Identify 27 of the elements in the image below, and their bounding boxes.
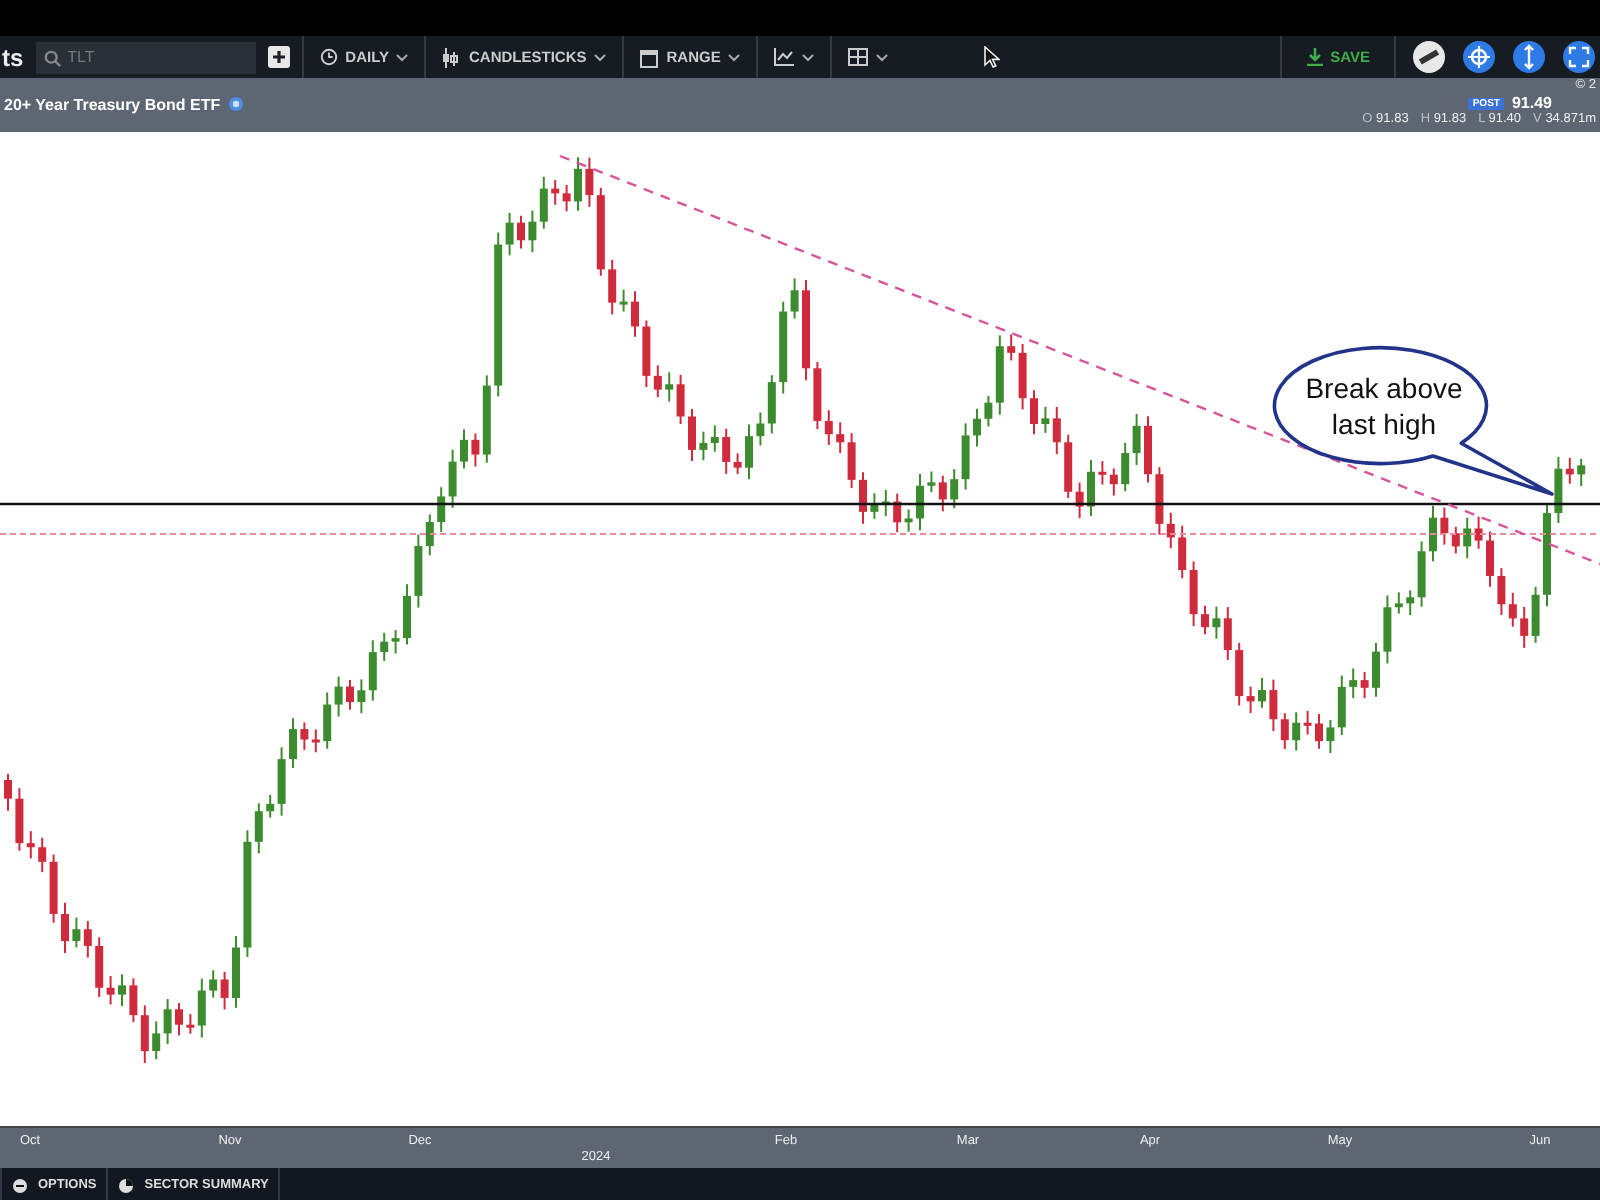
pie-icon [118,1177,135,1193]
grid-icon [848,48,869,66]
search-field[interactable]: TLT [35,41,256,73]
ruler-icon[interactable] [1412,40,1446,74]
mouse-cursor-icon [984,46,1001,68]
line-chart-icon [774,48,795,66]
clock-icon [319,48,338,66]
caret-icon [876,53,889,61]
toolbar-menu[interactable] [844,48,893,66]
crosshair-icon[interactable] [1462,40,1496,74]
expand-icon[interactable] [1562,40,1596,74]
calendar-icon [640,47,659,67]
download-icon [1306,48,1325,66]
verified-icon [228,96,245,112]
caret-icon [802,53,815,61]
app-title: ts [2,43,24,71]
callout-text: Break above last high [1303,370,1465,442]
candlestick-icon [442,47,461,67]
caret-icon [728,53,741,61]
caret-icon [594,53,607,61]
security-name: 20+ Year Treasury Bond ETF [4,96,221,114]
caret-icon [396,53,409,61]
vertical-arrows-icon[interactable] [1512,40,1546,74]
options-icon [12,1177,28,1193]
toolbar-menu[interactable] [770,48,819,66]
price-text: 91.49 [1511,94,1552,112]
add-icon[interactable] [267,46,290,68]
